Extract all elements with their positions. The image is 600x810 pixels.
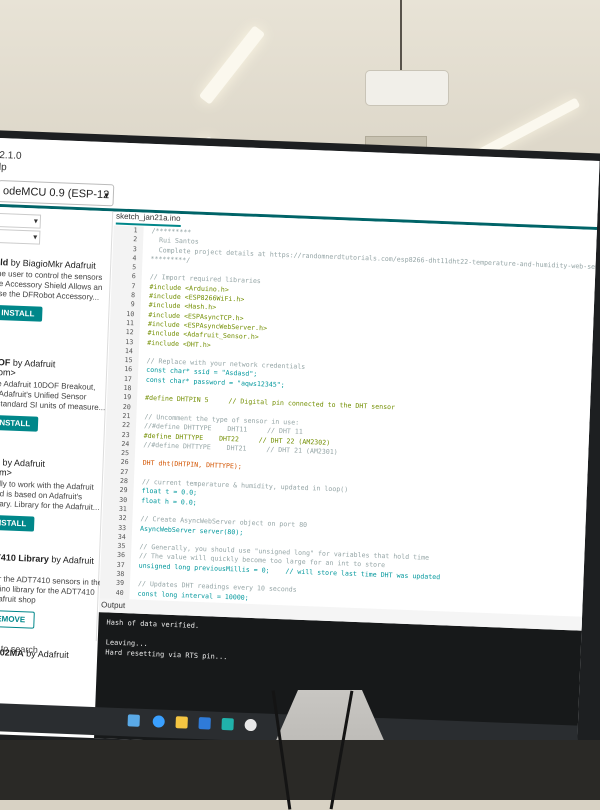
topic-filter-select[interactable]: ▾ (0, 229, 40, 245)
desk (0, 740, 600, 800)
library-item: DT7410 Library by Adafruit d ry for the … (0, 552, 99, 631)
chevron-down-icon: ▾ (104, 185, 109, 205)
output-line: Hash of data verified. (106, 618, 199, 630)
taskbar-search[interactable]: here to search (0, 643, 111, 668)
code-editor[interactable]: sketch_jan21a.ino 1/*********2 Rui Santo… (99, 211, 600, 630)
library-description: ry for the ADT7410 sensors in the Arduin… (0, 574, 98, 608)
windows-start-icon[interactable] (128, 714, 140, 726)
board-selector[interactable]: odeMCU 0.9 (ESP-12 ... ▾ (0, 180, 114, 206)
edge-browser-icon[interactable] (152, 715, 164, 727)
install-button[interactable]: INSTALL (0, 515, 35, 532)
output-line: Leaving... (106, 638, 148, 648)
tab-sketch[interactable]: sketch_jan21a.ino (116, 212, 181, 227)
library-description: the user to control the sensors he Acces… (0, 269, 110, 303)
library-item: OF by Adafruit .com> fically to work wit… (0, 457, 103, 534)
arduino-ide-icon[interactable] (221, 718, 233, 730)
mail-icon[interactable] (198, 717, 210, 729)
library-description: the Adafruit 10DOF Breakout, of Adafruit… (0, 379, 106, 413)
library-item: eld by BiagioMkr Adafruit the user to co… (0, 257, 110, 324)
remove-button[interactable]: REMOVE (0, 610, 35, 629)
projector (365, 70, 449, 106)
file-explorer-icon[interactable] (175, 716, 187, 728)
install-button[interactable]: INSTALL (0, 305, 43, 322)
type-filter-select[interactable]: ▾ (0, 213, 41, 229)
library-title: DOF (0, 357, 11, 368)
chrome-icon[interactable] (244, 719, 256, 731)
projector-cable (400, 0, 402, 72)
library-title: DT7410 Library (0, 552, 49, 564)
app-version: 2.1.0 (0, 150, 22, 162)
output-line: Hard resetting via RTS pin... (105, 648, 227, 661)
menu-help[interactable]: lp (0, 162, 7, 173)
library-manager-panel: ▾ ▾ eld by BiagioMkr Adafruit the user t… (0, 207, 113, 641)
install-button[interactable]: INSTALL (0, 415, 39, 432)
code-area[interactable]: 1/*********2 Rui Santos3 Complete projec… (99, 225, 599, 625)
library-author: by Adafruit .com> (0, 457, 45, 477)
monitor-screen: 2.1.0 lp odeMCU 0.9 (ESP-12 ... ▾ ▾ ▾ el… (0, 138, 600, 757)
library-author: by BiagioMkr Adafruit (8, 257, 96, 270)
library-description: fically to work with the Adafruit , and … (0, 479, 102, 513)
library-item: DOF by Adafruit .com> the Adafruit 10DOF… (0, 357, 107, 434)
